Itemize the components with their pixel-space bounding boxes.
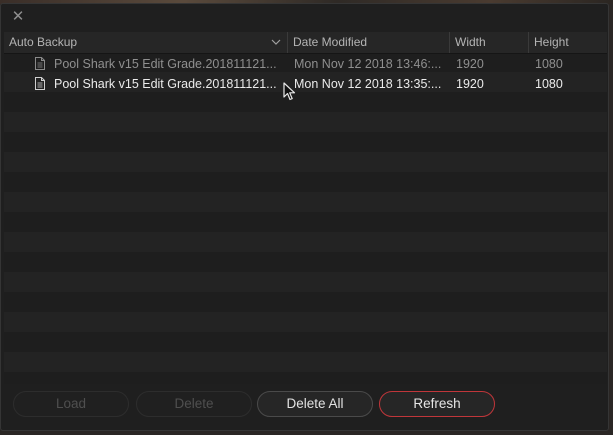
table-row[interactable]: Pool Shark v15 Edit Grade.201811121... M… — [4, 74, 607, 94]
dialog-footer: Load Delete Delete All Refresh — [1, 384, 608, 430]
column-header-auto-backup[interactable]: Auto Backup — [4, 32, 287, 53]
backup-table: Auto Backup Date Modified Width Height P… — [4, 32, 607, 384]
delete-button[interactable]: Delete — [136, 391, 252, 417]
mouse-cursor-icon — [283, 82, 296, 101]
row-date-modified: Mon Nov 12 2018 13:46:... — [294, 57, 442, 71]
column-header-width[interactable]: Width — [449, 32, 528, 53]
row-height: 1080 — [535, 57, 563, 71]
table-row[interactable]: Pool Shark v15 Edit Grade.201811121... M… — [4, 54, 607, 74]
file-icon — [35, 77, 45, 90]
column-header-label: Auto Backup — [9, 35, 78, 49]
delete-all-button[interactable]: Delete All — [257, 391, 373, 417]
row-height: 1080 — [535, 77, 563, 91]
row-width: 1920 — [456, 57, 484, 71]
row-file-name: Pool Shark v15 Edit Grade.201811121... — [54, 57, 277, 71]
auto-backup-dialog: ✕ Auto Backup Date Modified Width Height — [0, 3, 609, 431]
column-header-date-modified[interactable]: Date Modified — [287, 32, 449, 53]
row-date-modified: Mon Nov 12 2018 13:35:... — [294, 77, 442, 91]
table-body: Pool Shark v15 Edit Grade.201811121... M… — [4, 54, 607, 94]
row-file-name: Pool Shark v15 Edit Grade.201811121... — [54, 77, 277, 91]
column-header-height[interactable]: Height — [528, 32, 607, 53]
file-icon — [35, 57, 45, 70]
dialog-titlebar: ✕ — [1, 4, 608, 31]
refresh-button[interactable]: Refresh — [379, 391, 495, 417]
load-button[interactable]: Load — [13, 391, 129, 417]
close-icon[interactable]: ✕ — [9, 8, 27, 26]
table-header: Auto Backup Date Modified Width Height — [4, 32, 607, 54]
chevron-down-icon[interactable] — [271, 32, 281, 53]
row-width: 1920 — [456, 77, 484, 91]
